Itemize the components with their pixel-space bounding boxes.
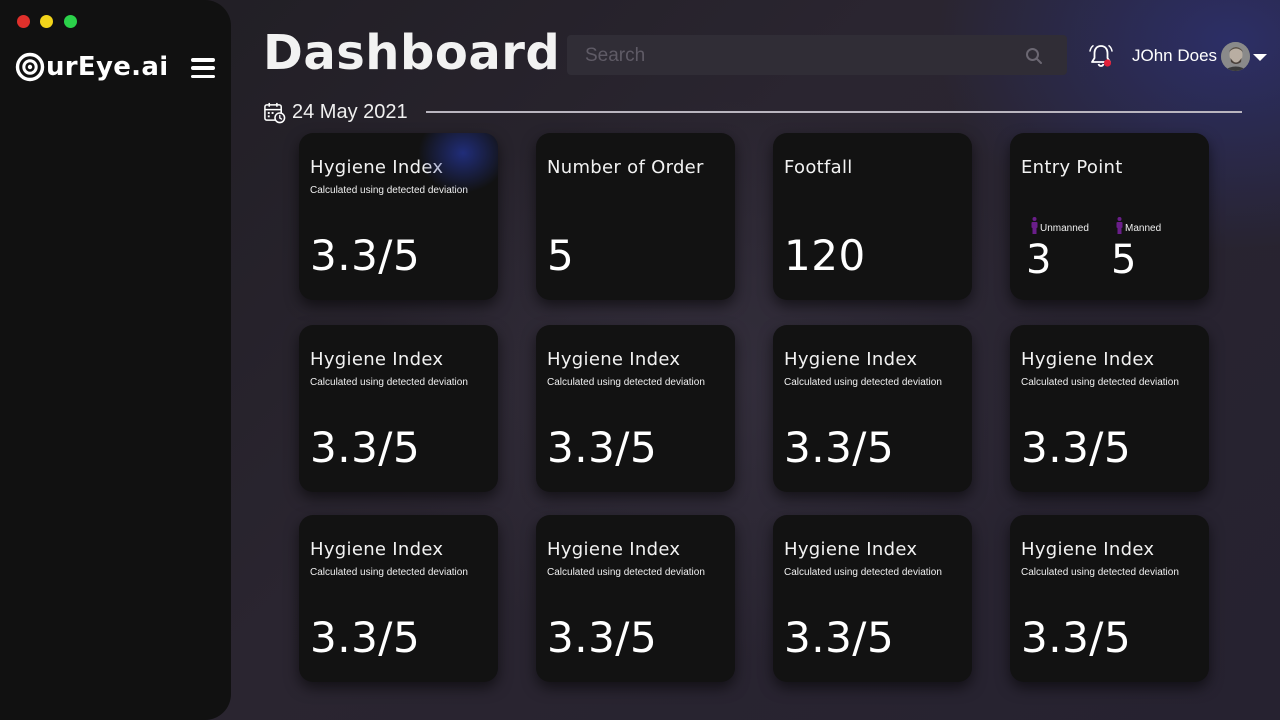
number-of-order-card[interactable]: Number of Order 5	[536, 133, 735, 300]
card-title: Hygiene Index	[547, 539, 681, 560]
user-avatar-icon	[1221, 42, 1250, 71]
card-value: 3.3/5	[1021, 613, 1132, 662]
window-zoom-button[interactable]	[64, 15, 77, 28]
card-title: Hygiene Index	[310, 157, 444, 178]
unmanned-value: 3	[1026, 237, 1052, 283]
avatar[interactable]	[1221, 42, 1250, 71]
logo-eye-icon	[15, 52, 45, 82]
hygiene-index-card[interactable]: Hygiene Index Calculated using detected …	[536, 515, 735, 682]
hygiene-index-card[interactable]: Hygiene Index Calculated using detected …	[299, 133, 498, 300]
menu-toggle-button[interactable]	[191, 58, 215, 78]
card-title: Hygiene Index	[310, 539, 444, 560]
user-name[interactable]: JOhn Does	[1132, 46, 1217, 66]
hygiene-index-card[interactable]: Hygiene Index Calculated using detected …	[299, 515, 498, 682]
hamburger-icon-bar	[191, 74, 215, 78]
card-subtitle: Calculated using detected deviation	[547, 377, 705, 388]
notification-dot	[1103, 59, 1112, 67]
divider	[426, 111, 1242, 113]
logo-text: urEye.ai	[46, 52, 169, 82]
window-close-button[interactable]	[17, 15, 30, 28]
hygiene-index-card[interactable]: Hygiene Index Calculated using detected …	[1010, 325, 1209, 492]
card-value: 5	[547, 231, 575, 280]
date-row: 24 May 2021	[263, 100, 408, 124]
unmanned-label: Unmanned	[1040, 223, 1089, 234]
card-title: Hygiene Index	[784, 539, 918, 560]
search-input[interactable]	[583, 35, 1007, 77]
app-logo[interactable]: urEye.ai	[15, 50, 168, 84]
card-value: 3.3/5	[784, 613, 895, 662]
card-title: Hygiene Index	[784, 349, 918, 370]
card-subtitle: Calculated using detected deviation	[1021, 567, 1179, 578]
manned-value: 5	[1111, 237, 1137, 283]
footfall-card[interactable]: Footfall 120	[773, 133, 972, 300]
search-icon[interactable]	[1025, 47, 1043, 65]
card-title: Number of Order	[547, 157, 704, 178]
card-title: Hygiene Index	[1021, 539, 1155, 560]
sidebar: urEye.ai	[0, 0, 231, 720]
search-bar[interactable]	[567, 35, 1067, 77]
card-title: Footfall	[784, 157, 853, 178]
card-title: Hygiene Index	[547, 349, 681, 370]
card-value: 3.3/5	[784, 423, 895, 472]
hygiene-index-card[interactable]: Hygiene Index Calculated using detected …	[536, 325, 735, 492]
card-value: 3.3/5	[310, 231, 421, 280]
calendar-icon	[264, 102, 286, 123]
card-subtitle: Calculated using detected deviation	[784, 567, 942, 578]
window-minimize-button[interactable]	[40, 15, 53, 28]
card-value: 120	[784, 231, 866, 280]
date-label: 24 May 2021	[292, 100, 408, 123]
card-title: Hygiene Index	[310, 349, 444, 370]
hygiene-index-card[interactable]: Hygiene Index Calculated using detected …	[773, 325, 972, 492]
card-value: 3.3/5	[547, 613, 658, 662]
hamburger-icon-bar	[191, 58, 215, 62]
user-menu-chevron-down-icon[interactable]	[1253, 54, 1267, 61]
card-value: 3.3/5	[547, 423, 658, 472]
card-value: 3.3/5	[310, 613, 421, 662]
card-title: Hygiene Index	[1021, 349, 1155, 370]
card-subtitle: Calculated using detected deviation	[310, 377, 468, 388]
hamburger-icon-bar	[191, 66, 215, 70]
card-title: Entry Point	[1021, 157, 1123, 178]
person-icon	[1031, 217, 1038, 234]
entry-point-card[interactable]: Entry Point Unmanned 3 Manned 5	[1010, 133, 1209, 300]
card-subtitle: Calculated using detected deviation	[310, 567, 468, 578]
person-icon	[1116, 217, 1123, 234]
card-subtitle: Calculated using detected deviation	[310, 185, 468, 196]
hygiene-index-card[interactable]: Hygiene Index Calculated using detected …	[299, 325, 498, 492]
bell-icon[interactable]	[1087, 42, 1115, 70]
card-value: 3.3/5	[1021, 423, 1132, 472]
hygiene-index-card[interactable]: Hygiene Index Calculated using detected …	[1010, 515, 1209, 682]
card-subtitle: Calculated using detected deviation	[547, 567, 705, 578]
manned-label: Manned	[1125, 223, 1162, 234]
card-subtitle: Calculated using detected deviation	[1021, 377, 1179, 388]
page-title: Dashboard	[263, 25, 561, 81]
card-subtitle: Calculated using detected deviation	[784, 377, 942, 388]
card-value: 3.3/5	[310, 423, 421, 472]
hygiene-index-card[interactable]: Hygiene Index Calculated using detected …	[773, 515, 972, 682]
